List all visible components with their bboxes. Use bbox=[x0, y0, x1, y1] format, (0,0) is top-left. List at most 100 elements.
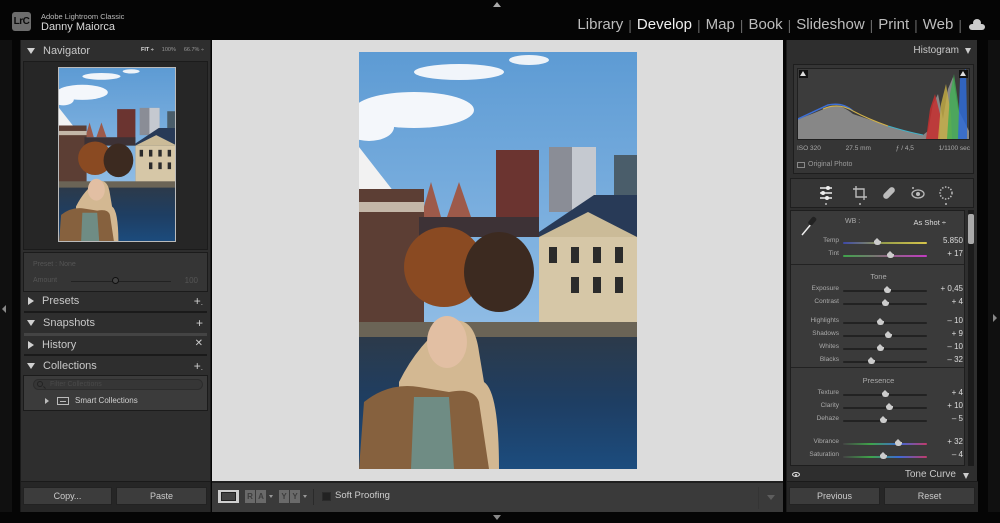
toolbar-content-menu-icon[interactable] bbox=[767, 495, 775, 500]
module-library[interactable]: Library bbox=[573, 16, 627, 33]
white-balance-eyedropper-icon[interactable] bbox=[800, 215, 818, 237]
add-preset-icon[interactable]: +. bbox=[194, 294, 203, 308]
healing-icon[interactable] bbox=[881, 185, 897, 201]
exposure-value[interactable]: + 0,45 bbox=[941, 284, 963, 293]
texture-slider-thumb[interactable] bbox=[882, 390, 890, 397]
temp-slider[interactable] bbox=[843, 238, 927, 245]
saturation-slider-thumb[interactable] bbox=[879, 452, 887, 459]
highlights-slider[interactable] bbox=[843, 318, 927, 325]
exposure-slider-thumb[interactable] bbox=[884, 286, 892, 293]
shadows-slider-thumb[interactable] bbox=[884, 331, 892, 338]
before-after-view-button[interactable]: Y Y bbox=[279, 490, 300, 503]
exposure-slider[interactable] bbox=[843, 286, 927, 293]
vibrance-value[interactable]: + 32 bbox=[947, 437, 963, 446]
paste-button[interactable]: Paste bbox=[116, 487, 207, 505]
saturation-value[interactable]: – 4 bbox=[952, 450, 963, 459]
histogram-title: Histogram bbox=[913, 45, 959, 56]
shadows-value[interactable]: + 9 bbox=[952, 329, 963, 338]
histogram-graph[interactable] bbox=[797, 68, 970, 140]
contrast-slider-thumb[interactable] bbox=[882, 299, 890, 306]
texture-slider[interactable] bbox=[843, 390, 927, 397]
original-photo-toggle[interactable]: Original Photo bbox=[797, 161, 852, 168]
previous-button[interactable]: Previous bbox=[789, 487, 880, 505]
soft-proofing-checkbox[interactable] bbox=[322, 492, 331, 501]
shadows-slider[interactable] bbox=[843, 331, 927, 338]
dehaze-label: Dehaze bbox=[816, 415, 839, 422]
scrollbar-thumb[interactable] bbox=[968, 214, 974, 244]
whites-value[interactable]: – 10 bbox=[947, 342, 963, 351]
main-photo[interactable] bbox=[359, 52, 637, 469]
smart-collections-item[interactable]: Smart Collections bbox=[44, 396, 138, 405]
ref-view-dropdown-icon[interactable] bbox=[269, 495, 273, 498]
highlights-value[interactable]: – 10 bbox=[947, 316, 963, 325]
module-slideshow[interactable]: Slideshow bbox=[792, 16, 868, 33]
module-web[interactable]: Web bbox=[919, 16, 958, 33]
histogram-header[interactable]: Histogram bbox=[913, 45, 971, 56]
blacks-slider-thumb[interactable] bbox=[868, 357, 876, 364]
saturation-slider[interactable] bbox=[843, 452, 927, 459]
masking-icon[interactable] bbox=[938, 185, 954, 201]
clear-history-icon[interactable]: ✕ bbox=[195, 338, 203, 349]
module-book[interactable]: Book bbox=[744, 16, 786, 33]
navigator-header[interactable]: Navigator FIT ÷ 100% 66.7% ÷ bbox=[21, 40, 210, 61]
module-develop[interactable]: Develop bbox=[633, 16, 696, 33]
amount-slider-thumb[interactable] bbox=[112, 277, 119, 284]
eye-icon[interactable] bbox=[792, 472, 800, 477]
history-header[interactable]: History ✕ bbox=[21, 335, 210, 355]
whites-slider-thumb[interactable] bbox=[877, 344, 885, 351]
clarity-slider[interactable] bbox=[843, 403, 927, 410]
dehaze-slider[interactable] bbox=[843, 416, 927, 423]
cloud-icon[interactable] bbox=[969, 18, 985, 30]
presets-header[interactable]: Presets +. bbox=[21, 291, 210, 311]
tint-label: Tint bbox=[828, 250, 839, 257]
contrast-slider[interactable] bbox=[843, 299, 927, 306]
before-after-dropdown-icon[interactable] bbox=[303, 495, 307, 498]
collapse-triangle-icon[interactable] bbox=[45, 397, 49, 404]
collapse-left-panel-arrow-icon[interactable] bbox=[2, 305, 6, 313]
temp-slider-thumb[interactable] bbox=[873, 238, 881, 245]
highlight-clipping-icon[interactable] bbox=[959, 70, 968, 78]
temp-value[interactable]: 5.850 bbox=[943, 236, 963, 245]
red-eye-icon[interactable] bbox=[910, 185, 926, 201]
collapse-top-panel-arrow-icon[interactable] bbox=[493, 2, 501, 7]
collections-header[interactable]: Collections +. bbox=[21, 356, 210, 376]
zoom-fit[interactable]: FIT ÷ bbox=[141, 47, 154, 53]
dehaze-value[interactable]: – 5 bbox=[952, 414, 963, 423]
dehaze-slider-thumb[interactable] bbox=[879, 416, 887, 423]
reset-button[interactable]: Reset bbox=[884, 487, 975, 505]
edit-sliders-icon[interactable] bbox=[818, 185, 834, 201]
vibrance-slider[interactable] bbox=[843, 439, 927, 446]
zoom-custom[interactable]: 66.7% ÷ bbox=[184, 47, 204, 53]
contrast-value[interactable]: + 4 bbox=[952, 297, 963, 306]
highlights-slider-thumb[interactable] bbox=[877, 318, 885, 325]
zoom-100[interactable]: 100% bbox=[162, 47, 176, 53]
add-collection-icon[interactable]: +. bbox=[194, 359, 203, 373]
tint-slider[interactable] bbox=[843, 251, 927, 258]
crop-icon[interactable] bbox=[852, 185, 868, 201]
module-map[interactable]: Map bbox=[702, 16, 739, 33]
navigator-thumbnail[interactable] bbox=[58, 67, 176, 242]
blacks-value[interactable]: – 32 bbox=[947, 355, 963, 364]
amount-slider[interactable] bbox=[71, 281, 171, 282]
add-snapshot-icon[interactable]: + bbox=[196, 316, 203, 330]
module-print[interactable]: Print bbox=[874, 16, 913, 33]
shadow-clipping-icon[interactable] bbox=[799, 70, 808, 78]
copy-button[interactable]: Copy... bbox=[23, 487, 112, 505]
right-panel-scrollbar[interactable] bbox=[968, 210, 974, 466]
reference-view-button[interactable]: R A bbox=[245, 490, 266, 503]
tint-value[interactable]: + 17 bbox=[947, 249, 963, 258]
snapshots-header[interactable]: Snapshots + bbox=[21, 313, 210, 333]
clarity-slider-thumb[interactable] bbox=[885, 403, 893, 410]
collapse-right-panel-arrow-icon[interactable] bbox=[993, 314, 997, 322]
filter-collections-input[interactable]: Filter Collections bbox=[33, 379, 203, 390]
blacks-slider[interactable] bbox=[843, 357, 927, 364]
whites-slider[interactable] bbox=[843, 344, 927, 351]
lightroom-app: LrC Adobe Lightroom Classic Danny Maiorc… bbox=[0, 0, 1000, 523]
loupe-view-button[interactable] bbox=[218, 490, 239, 503]
clarity-value[interactable]: + 10 bbox=[947, 401, 963, 410]
vibrance-slider-thumb[interactable] bbox=[894, 439, 902, 446]
wb-preset-select[interactable]: As Shot ÷ bbox=[914, 218, 946, 227]
collapse-filmstrip-arrow-icon[interactable] bbox=[493, 515, 501, 520]
tint-slider-thumb[interactable] bbox=[886, 251, 894, 258]
texture-value[interactable]: + 4 bbox=[952, 388, 963, 397]
